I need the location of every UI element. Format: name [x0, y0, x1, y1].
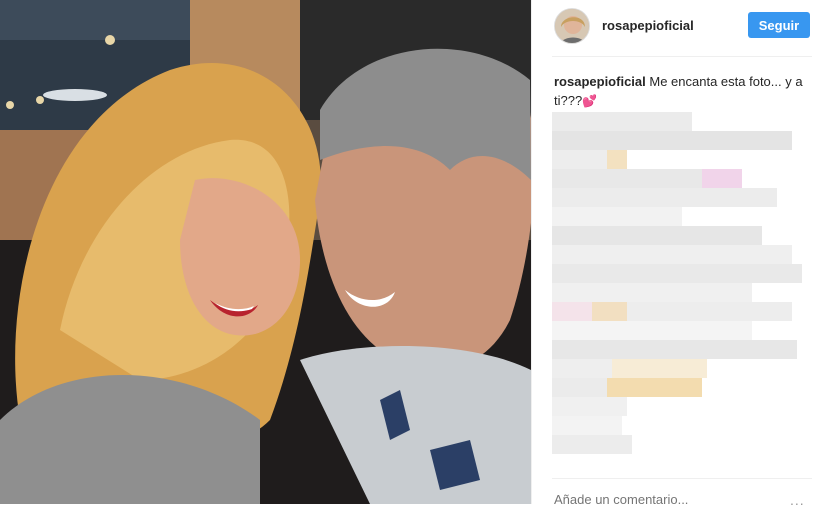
- post-caption: rosapepioficial Me encanta esta foto... …: [554, 72, 810, 111]
- more-options-icon[interactable]: ...: [790, 492, 805, 508]
- comment-divider: [552, 478, 812, 479]
- post-sidebar: rosapepioficial Seguir rosapepioficial M…: [531, 0, 827, 508]
- username-link[interactable]: rosapepioficial: [602, 18, 694, 33]
- post-photo-image: [0, 0, 531, 504]
- follow-button[interactable]: Seguir: [748, 12, 810, 38]
- post-photo[interactable]: [0, 0, 531, 504]
- pixelated-comments: [552, 112, 822, 472]
- avatar[interactable]: [554, 8, 590, 44]
- heart-emoji-icon: 💕: [582, 94, 598, 108]
- header-divider: [552, 56, 812, 57]
- caption-username[interactable]: rosapepioficial: [554, 74, 646, 89]
- avatar-image: [555, 9, 589, 43]
- comment-input[interactable]: [554, 490, 774, 508]
- post-header: rosapepioficial Seguir: [532, 0, 827, 56]
